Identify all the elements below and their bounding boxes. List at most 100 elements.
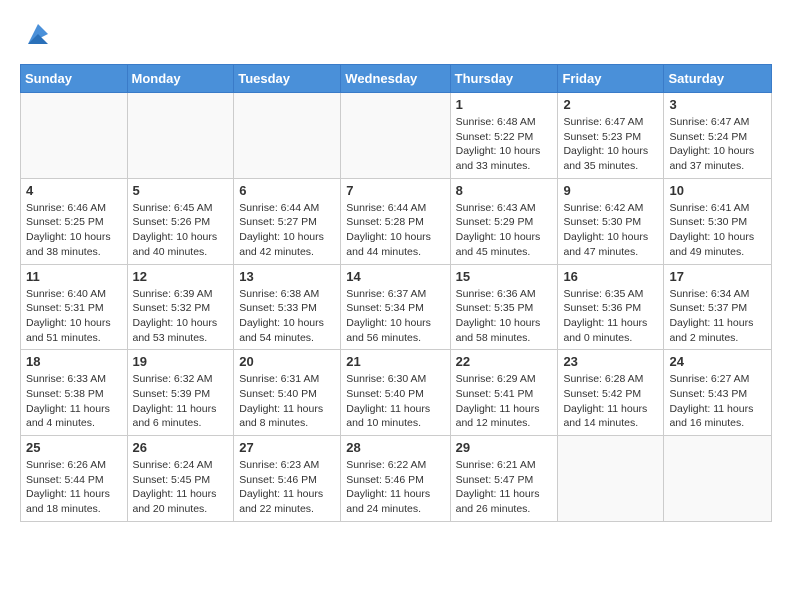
- day-header-saturday: Saturday: [664, 65, 772, 93]
- day-number: 29: [456, 440, 553, 455]
- calendar-day-cell: [127, 93, 234, 179]
- calendar-day-cell: 12Sunrise: 6:39 AM Sunset: 5:32 PM Dayli…: [127, 264, 234, 350]
- day-number: 1: [456, 97, 553, 112]
- day-info: Sunrise: 6:31 AM Sunset: 5:40 PM Dayligh…: [239, 372, 335, 431]
- calendar-day-cell: 16 Sunrise: 6:35 AM Sunset: 5:36 PM Dayli…: [558, 264, 664, 350]
- day-info: Sunrise: 6:35 AM Sunset: 5:36 PM Dayligh…: [563, 287, 658, 346]
- day-info: Sunrise: 6:26 AM Sunset: 5:44 PM Dayligh…: [26, 458, 122, 517]
- logo-icon: [24, 20, 52, 48]
- calendar-table: SundayMondayTuesdayWednesdayThursdayFrid…: [20, 64, 772, 522]
- calendar-day-cell: 29 Sunrise: 6:21 AM Sunset: 5:47 PM Dayli…: [450, 436, 558, 522]
- day-number: 21: [346, 354, 444, 369]
- day-info: Sunrise: 6:24 AM Sunset: 5:45 PM Dayligh…: [133, 458, 229, 517]
- day-number: 14: [346, 269, 444, 284]
- calendar-day-cell: 17 Sunrise: 6:34 AM Sunset: 5:37 PM Dayli…: [664, 264, 772, 350]
- day-number: 15: [456, 269, 553, 284]
- calendar-day-cell: [234, 93, 341, 179]
- calendar-week-row: 1Sunrise: 6:48 AM Sunset: 5:22 PM Daylig…: [21, 93, 772, 179]
- day-number: 12: [133, 269, 229, 284]
- day-number: 26: [133, 440, 229, 455]
- logo: [20, 20, 52, 48]
- calendar-day-cell: 22 Sunrise: 6:29 AM Sunset: 5:41 PM Dayli…: [450, 350, 558, 436]
- day-info: Sunrise: 6:41 AM Sunset: 5:30 PM Dayligh…: [669, 201, 766, 260]
- day-number: 16: [563, 269, 658, 284]
- day-info: Sunrise: 6:34 AM Sunset: 5:37 PM Dayligh…: [669, 287, 766, 346]
- day-info: Sunrise: 6:21 AM Sunset: 5:47 PM Dayligh…: [456, 458, 553, 517]
- day-info: Sunrise: 6:32 AM Sunset: 5:39 PM Dayligh…: [133, 372, 229, 431]
- day-number: 24: [669, 354, 766, 369]
- day-header-sunday: Sunday: [21, 65, 128, 93]
- page-header: [20, 20, 772, 48]
- day-info: Sunrise: 6:23 AM Sunset: 5:46 PM Dayligh…: [239, 458, 335, 517]
- calendar-day-cell: 3 Sunrise: 6:47 AM Sunset: 5:24 PM Daylig…: [664, 93, 772, 179]
- day-number: 17: [669, 269, 766, 284]
- day-info: Sunrise: 6:33 AM Sunset: 5:38 PM Dayligh…: [26, 372, 122, 431]
- day-number: 7: [346, 183, 444, 198]
- day-number: 23: [563, 354, 658, 369]
- day-info: Sunrise: 6:47 AM Sunset: 5:23 PM Dayligh…: [563, 115, 658, 174]
- calendar-day-cell: 11 Sunrise: 6:40 AM Sunset: 5:31 PM Dayli…: [21, 264, 128, 350]
- day-number: 13: [239, 269, 335, 284]
- day-number: 5: [133, 183, 229, 198]
- day-number: 3: [669, 97, 766, 112]
- calendar-week-row: 18 Sunrise: 6:33 AM Sunset: 5:38 PM Dayli…: [21, 350, 772, 436]
- calendar-day-cell: 2 Sunrise: 6:47 AM Sunset: 5:23 PM Daylig…: [558, 93, 664, 179]
- calendar-day-cell: 24 Sunrise: 6:27 AM Sunset: 5:43 PM Dayli…: [664, 350, 772, 436]
- day-info: Sunrise: 6:27 AM Sunset: 5:43 PM Dayligh…: [669, 372, 766, 431]
- day-header-thursday: Thursday: [450, 65, 558, 93]
- day-number: 28: [346, 440, 444, 455]
- day-info: Sunrise: 6:43 AM Sunset: 5:29 PM Dayligh…: [456, 201, 553, 260]
- calendar-day-cell: [341, 93, 450, 179]
- day-number: 25: [26, 440, 122, 455]
- day-number: 2: [563, 97, 658, 112]
- calendar-day-cell: 7Sunrise: 6:44 AM Sunset: 5:28 PM Daylig…: [341, 178, 450, 264]
- calendar-day-cell: [558, 436, 664, 522]
- day-info: Sunrise: 6:29 AM Sunset: 5:41 PM Dayligh…: [456, 372, 553, 431]
- day-number: 8: [456, 183, 553, 198]
- day-info: Sunrise: 6:37 AM Sunset: 5:34 PM Dayligh…: [346, 287, 444, 346]
- calendar-week-row: 4 Sunrise: 6:46 AM Sunset: 5:25 PM Daylig…: [21, 178, 772, 264]
- day-header-wednesday: Wednesday: [341, 65, 450, 93]
- calendar-day-cell: 19 Sunrise: 6:32 AM Sunset: 5:39 PM Dayli…: [127, 350, 234, 436]
- calendar-day-cell: 5 Sunrise: 6:45 AM Sunset: 5:26 PM Daylig…: [127, 178, 234, 264]
- calendar-day-cell: 10 Sunrise: 6:41 AM Sunset: 5:30 PM Dayli…: [664, 178, 772, 264]
- calendar-day-cell: [664, 436, 772, 522]
- calendar-day-cell: 15 Sunrise: 6:36 AM Sunset: 5:35 PM Dayli…: [450, 264, 558, 350]
- calendar-day-cell: 13Sunrise: 6:38 AM Sunset: 5:33 PM Dayli…: [234, 264, 341, 350]
- day-number: 10: [669, 183, 766, 198]
- day-number: 20: [239, 354, 335, 369]
- calendar-day-cell: [21, 93, 128, 179]
- day-info: Sunrise: 6:36 AM Sunset: 5:35 PM Dayligh…: [456, 287, 553, 346]
- day-number: 18: [26, 354, 122, 369]
- day-number: 19: [133, 354, 229, 369]
- day-info: Sunrise: 6:22 AM Sunset: 5:46 PM Dayligh…: [346, 458, 444, 517]
- day-info: Sunrise: 6:28 AM Sunset: 5:42 PM Dayligh…: [563, 372, 658, 431]
- calendar-header-row: SundayMondayTuesdayWednesdayThursdayFrid…: [21, 65, 772, 93]
- calendar-day-cell: 18 Sunrise: 6:33 AM Sunset: 5:38 PM Dayli…: [21, 350, 128, 436]
- calendar-day-cell: 9 Sunrise: 6:42 AM Sunset: 5:30 PM Daylig…: [558, 178, 664, 264]
- day-number: 11: [26, 269, 122, 284]
- calendar-day-cell: 28 Sunrise: 6:22 AM Sunset: 5:46 PM Dayli…: [341, 436, 450, 522]
- day-number: 9: [563, 183, 658, 198]
- day-info: Sunrise: 6:42 AM Sunset: 5:30 PM Dayligh…: [563, 201, 658, 260]
- calendar-day-cell: 1Sunrise: 6:48 AM Sunset: 5:22 PM Daylig…: [450, 93, 558, 179]
- day-number: 6: [239, 183, 335, 198]
- day-number: 22: [456, 354, 553, 369]
- day-info: Sunrise: 6:40 AM Sunset: 5:31 PM Dayligh…: [26, 287, 122, 346]
- day-info: Sunrise: 6:30 AM Sunset: 5:40 PM Dayligh…: [346, 372, 444, 431]
- day-info: Sunrise: 6:45 AM Sunset: 5:26 PM Dayligh…: [133, 201, 229, 260]
- day-info: Sunrise: 6:44 AM Sunset: 5:27 PM Dayligh…: [239, 201, 335, 260]
- day-number: 4: [26, 183, 122, 198]
- day-header-friday: Friday: [558, 65, 664, 93]
- calendar-day-cell: 25 Sunrise: 6:26 AM Sunset: 5:44 PM Dayli…: [21, 436, 128, 522]
- calendar-week-row: 11 Sunrise: 6:40 AM Sunset: 5:31 PM Dayli…: [21, 264, 772, 350]
- day-header-tuesday: Tuesday: [234, 65, 341, 93]
- day-info: Sunrise: 6:46 AM Sunset: 5:25 PM Dayligh…: [26, 201, 122, 260]
- day-info: Sunrise: 6:47 AM Sunset: 5:24 PM Dayligh…: [669, 115, 766, 174]
- calendar-week-row: 25 Sunrise: 6:26 AM Sunset: 5:44 PM Dayli…: [21, 436, 772, 522]
- day-number: 27: [239, 440, 335, 455]
- calendar-day-cell: 6 Sunrise: 6:44 AM Sunset: 5:27 PM Daylig…: [234, 178, 341, 264]
- day-header-monday: Monday: [127, 65, 234, 93]
- calendar-day-cell: 23 Sunrise: 6:28 AM Sunset: 5:42 PM Dayli…: [558, 350, 664, 436]
- calendar-day-cell: 14 Sunrise: 6:37 AM Sunset: 5:34 PM Dayli…: [341, 264, 450, 350]
